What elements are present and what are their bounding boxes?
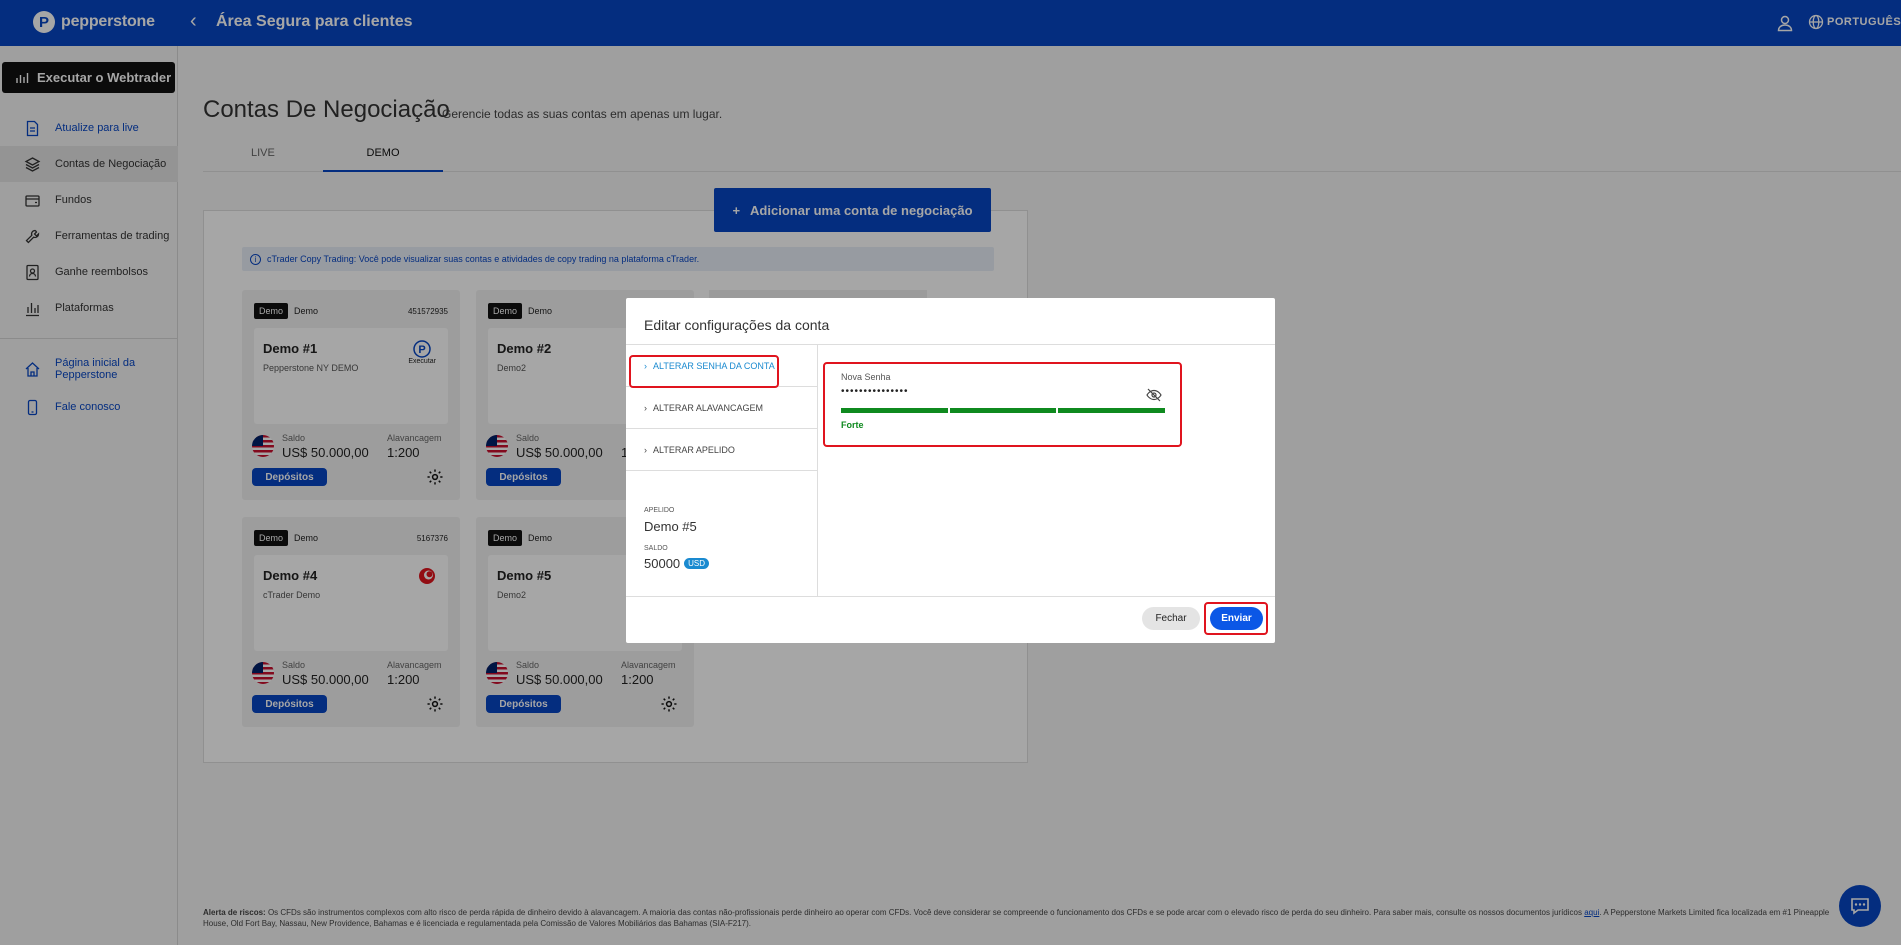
highlight-menu-change-password <box>629 355 779 388</box>
menu-label: ALTERAR APELIDO <box>653 444 735 455</box>
menu-change-leverage[interactable]: › ALTERAR ALAVANCAGEM <box>626 387 818 429</box>
modal-divider <box>626 596 1275 597</box>
chevron-right-icon: › <box>644 402 647 413</box>
chevron-right-icon: › <box>644 444 647 455</box>
nickname-label: APELIDO <box>644 507 675 514</box>
close-button[interactable]: Fechar <box>1142 607 1200 630</box>
highlight-submit-button <box>1204 602 1268 635</box>
nickname-value: Demo #5 <box>644 519 697 534</box>
menu-change-nickname[interactable]: › ALTERAR APELIDO <box>626 429 818 471</box>
currency-badge: USD <box>684 558 710 569</box>
edit-account-settings-modal: Editar configurações da conta › ALTERAR … <box>626 298 1275 643</box>
menu-label: ALTERAR ALAVANCAGEM <box>653 402 764 413</box>
modal-title: Editar configurações da conta <box>644 317 830 333</box>
balance-value-row: 50000 USD <box>644 556 710 571</box>
highlight-password-field <box>823 362 1182 447</box>
balance-value: 50000 <box>644 556 681 571</box>
balance-label: SALDO <box>644 545 668 552</box>
